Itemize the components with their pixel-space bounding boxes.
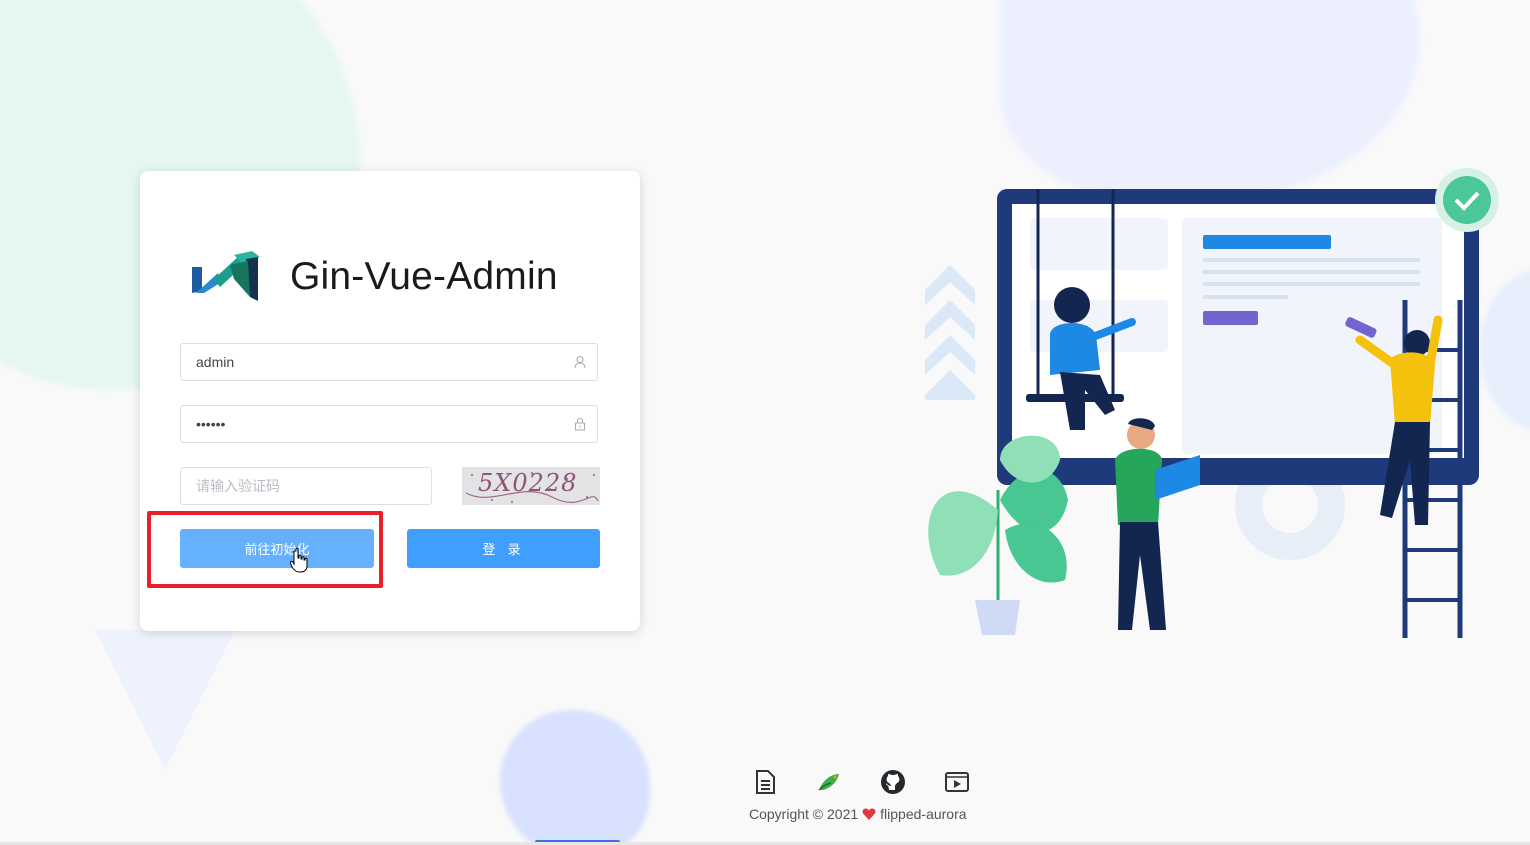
login-card: Gin-Vue-Admin admin •••••• 请输入验证码 5X0228… bbox=[140, 171, 640, 631]
user-icon bbox=[574, 355, 586, 369]
copyright-owner[interactable]: flipped-aurora bbox=[880, 806, 966, 822]
gva-logo bbox=[192, 251, 260, 301]
go-initialize-button[interactable]: 前往初始化 bbox=[180, 529, 374, 568]
copyright: Copyright © 2021 flipped-aurora bbox=[749, 806, 967, 822]
password-input[interactable] bbox=[181, 406, 571, 442]
password-field[interactable] bbox=[180, 405, 598, 443]
bg-blob-bottom bbox=[500, 710, 650, 845]
brand: Gin-Vue-Admin bbox=[190, 249, 558, 305]
login-button[interactable]: 登 录 bbox=[407, 529, 600, 568]
login-page: Gin-Vue-Admin admin •••••• 请输入验证码 5X0228… bbox=[0, 0, 1530, 845]
heart-icon bbox=[862, 808, 876, 820]
bird-icon[interactable] bbox=[815, 768, 843, 796]
team-illustration bbox=[925, 168, 1499, 638]
video-icon[interactable] bbox=[943, 768, 971, 796]
bg-triangle bbox=[95, 630, 235, 770]
captcha-field[interactable] bbox=[180, 467, 432, 505]
document-icon[interactable] bbox=[751, 768, 779, 796]
copyright-text: Copyright © 2021 bbox=[749, 806, 859, 822]
github-icon[interactable] bbox=[879, 768, 907, 796]
hand-cursor-icon bbox=[290, 547, 308, 573]
username-field[interactable] bbox=[180, 343, 598, 381]
captcha-image[interactable]: 5X0228 bbox=[462, 467, 600, 505]
footer-links bbox=[751, 768, 1007, 796]
app-title: Gin-Vue-Admin bbox=[290, 255, 558, 298]
captcha-text: 5X0228 bbox=[478, 469, 578, 497]
captcha-input[interactable] bbox=[181, 468, 431, 504]
username-input[interactable] bbox=[181, 344, 571, 380]
lock-icon bbox=[574, 417, 586, 431]
